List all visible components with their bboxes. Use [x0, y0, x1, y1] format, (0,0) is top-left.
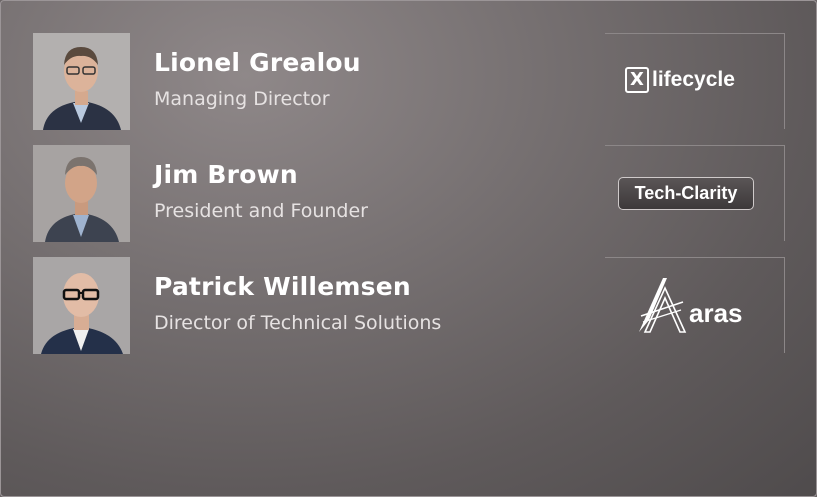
- logo-mark: X: [630, 69, 644, 90]
- speaker-photo: [33, 33, 130, 130]
- speaker-photo: [33, 257, 130, 354]
- speaker-row: Patrick Willemsen Director of Technical …: [1, 257, 816, 355]
- logo-text: aras: [689, 297, 743, 328]
- speaker-name: Jim Brown: [154, 160, 298, 189]
- person-portrait-icon: [33, 257, 130, 354]
- speaker-name: Lionel Grealou: [154, 48, 361, 77]
- aras-logo: aras: [637, 276, 743, 334]
- lifecycle-logo-icon: X: [625, 67, 649, 93]
- person-portrait-icon: [33, 33, 130, 130]
- aras-logo-icon: [639, 278, 687, 333]
- speaker-photo: [33, 145, 130, 242]
- tech-clarity-logo: Tech-Clarity: [618, 177, 754, 210]
- speaker-name: Patrick Willemsen: [154, 272, 411, 301]
- lifecycle-logo: X lifecycle: [625, 67, 735, 93]
- speaker-role: Director of Technical Solutions: [154, 312, 442, 334]
- company-logo-card: aras: [605, 257, 785, 353]
- company-logo-card: X lifecycle: [605, 33, 785, 129]
- speakers-panel: Lionel Grealou Managing Director X lifec…: [0, 0, 817, 497]
- person-portrait-icon: [33, 145, 130, 242]
- speaker-row: Lionel Grealou Managing Director X lifec…: [1, 33, 816, 131]
- company-logo-card: Tech-Clarity: [605, 145, 785, 241]
- speaker-role: Managing Director: [154, 88, 330, 110]
- speaker-row: Jim Brown President and Founder Tech-Cla…: [1, 145, 816, 243]
- speaker-role: President and Founder: [154, 200, 368, 222]
- logo-text: lifecycle: [652, 68, 735, 91]
- logo-text: Tech-Clarity: [634, 183, 738, 203]
